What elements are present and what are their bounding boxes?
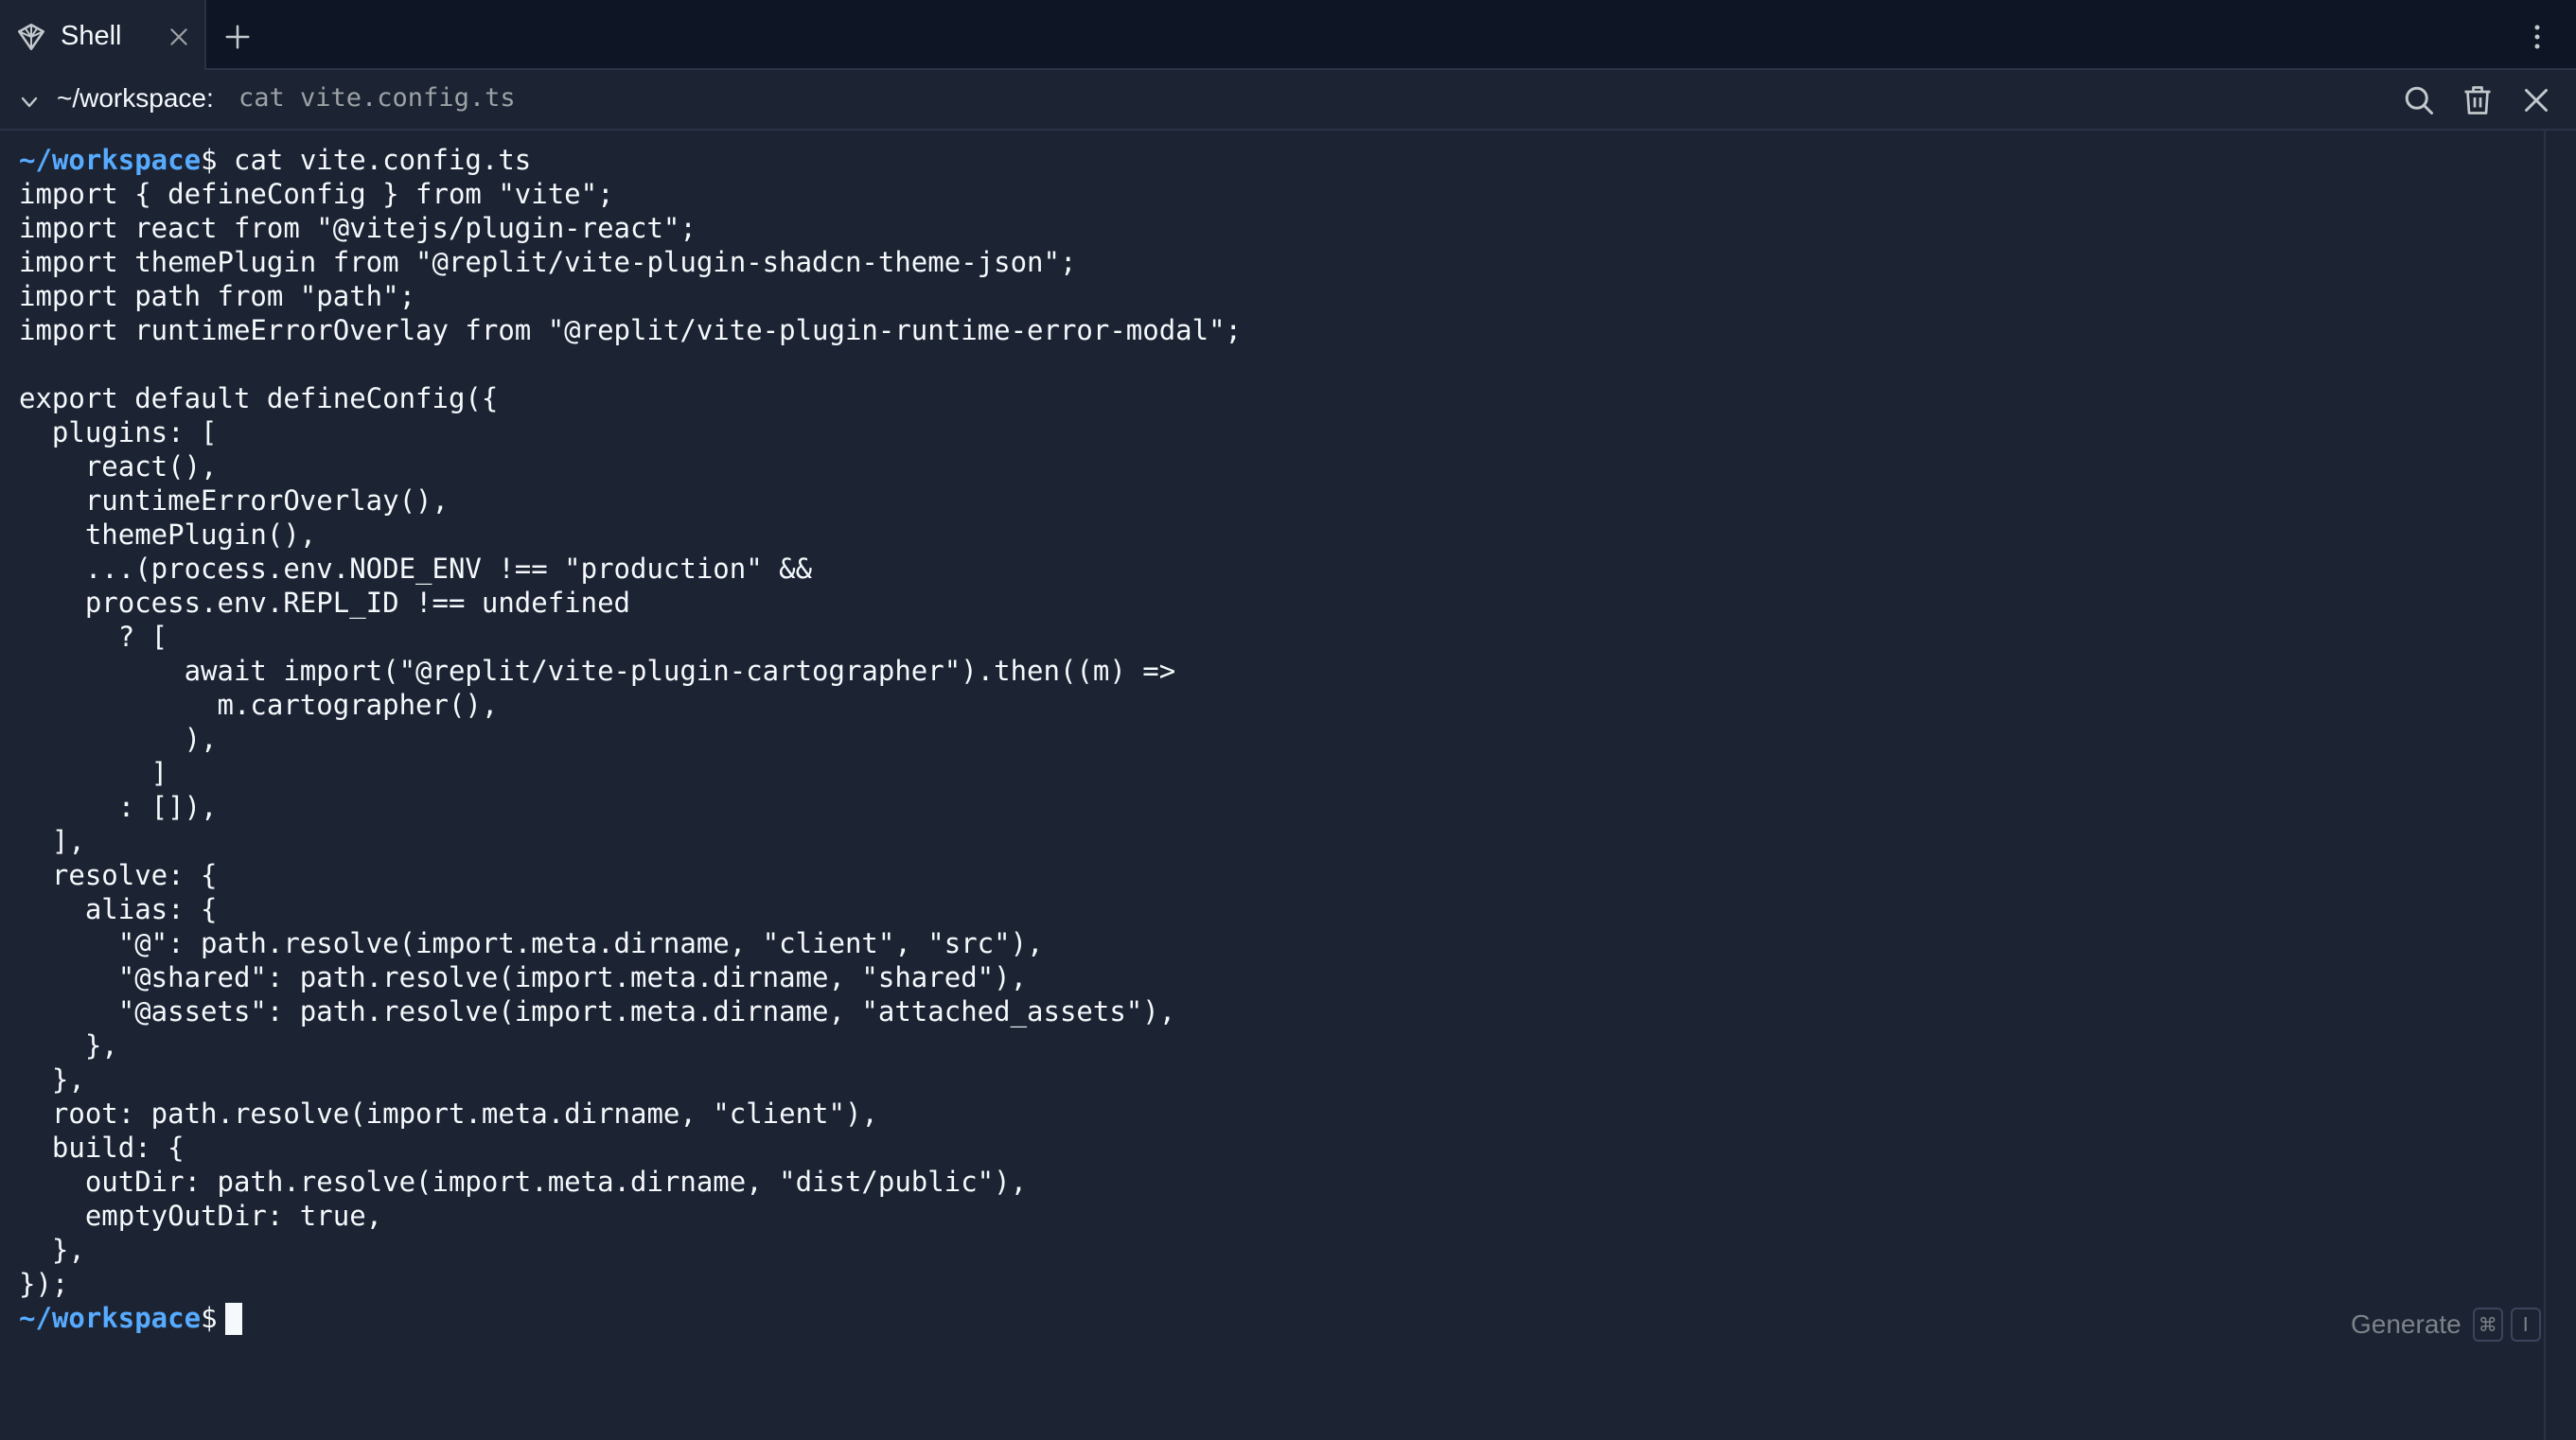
shortcut-key-cmd: ⌘ [2472, 1308, 2503, 1342]
text-cursor [224, 1303, 242, 1335]
prompt: ~/workspace [19, 1302, 202, 1334]
close-icon[interactable] [2519, 83, 2553, 117]
chevron-down-icon[interactable] [17, 91, 42, 114]
command-bar: ~/workspace: cat vite.config.ts [0, 70, 2576, 131]
tab-bar: Shell [0, 0, 2576, 70]
scrollbar[interactable] [2544, 131, 2546, 1440]
last-command: cat vite.config.ts [238, 83, 516, 113]
current-directory: ~/workspace: [57, 83, 214, 113]
shell-icon [17, 23, 45, 51]
close-icon[interactable] [167, 25, 191, 49]
generate-label: Generate [2351, 1309, 2461, 1339]
plus-icon[interactable] [223, 23, 252, 51]
generate-button[interactable]: Generate ⌘ I [2351, 1306, 2541, 1343]
more-options-icon[interactable] [2523, 21, 2551, 53]
search-icon[interactable] [2402, 83, 2436, 117]
prompt-suffix: $ [201, 1302, 218, 1334]
shortcut-key-i: I [2510, 1308, 2541, 1342]
terminal-content: ~/workspace$ cat vite.config.ts import {… [19, 143, 2536, 1335]
trash-icon[interactable] [2461, 83, 2495, 117]
tab-title: Shell [61, 21, 122, 51]
command-line: $ cat vite.config.ts [201, 144, 532, 176]
file-output: import { defineConfig } from "vite"; imp… [19, 178, 1243, 1300]
prompt: ~/workspace [19, 144, 202, 176]
tab-shell[interactable]: Shell [0, 0, 206, 70]
terminal-output[interactable]: ~/workspace$ cat vite.config.ts import {… [19, 143, 2536, 1411]
